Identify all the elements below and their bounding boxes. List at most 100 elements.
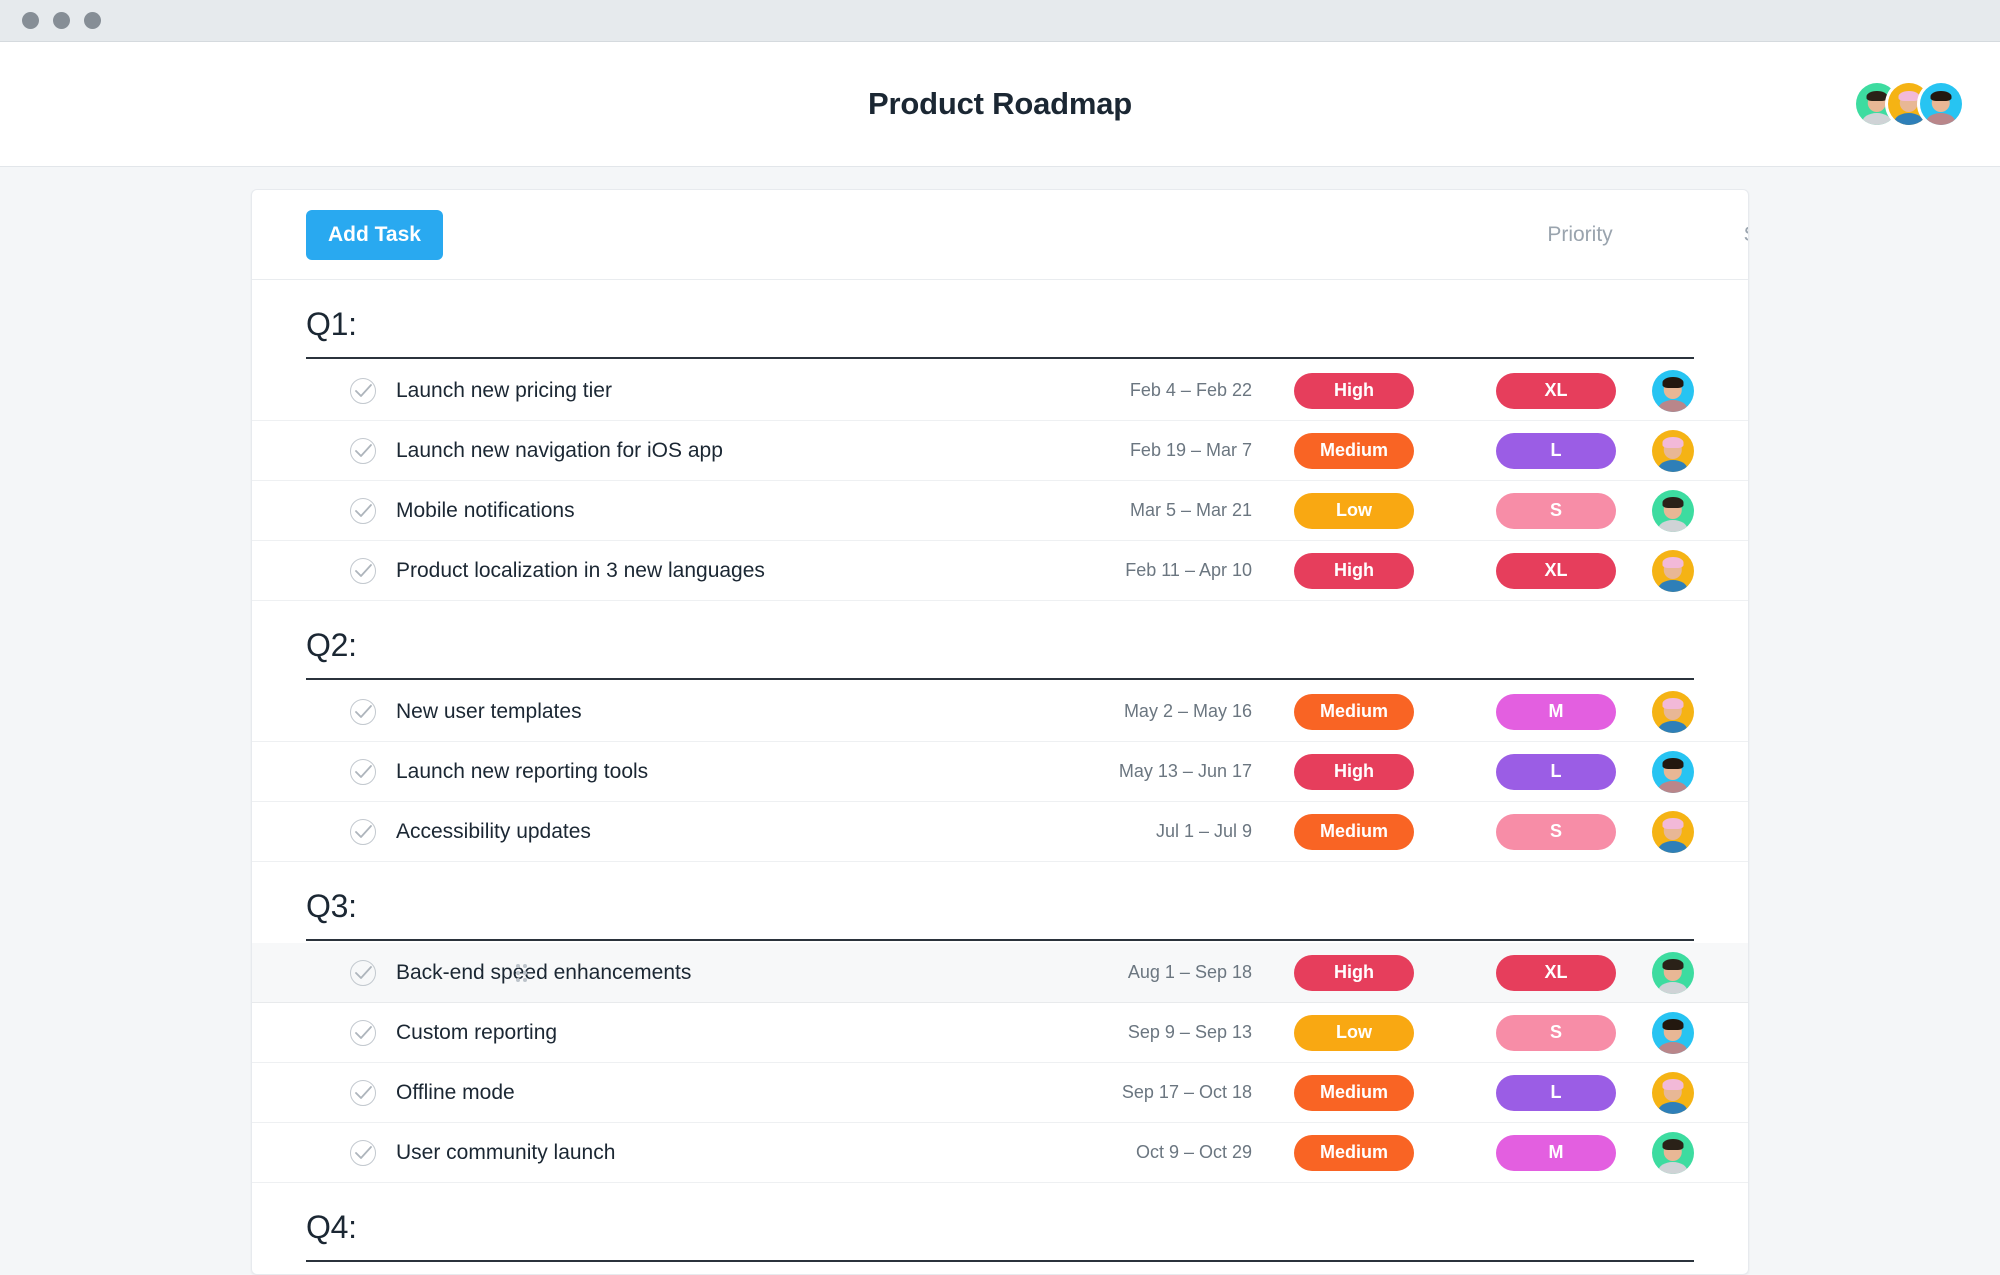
priority-badge[interactable]: High — [1294, 373, 1414, 409]
size-badge[interactable]: M — [1496, 694, 1616, 730]
priority-badge[interactable]: Medium — [1294, 814, 1414, 850]
task-date-range[interactable]: Feb 11 – Apr 10 — [992, 560, 1252, 581]
task-row[interactable]: Launch new reporting toolsMay 13 – Jun 1… — [252, 742, 1748, 802]
quarter-divider — [306, 1260, 1694, 1262]
check-glyph-icon — [355, 444, 372, 459]
roadmap-card: Add Task Priority Size Q1:Launch new pri… — [251, 189, 1749, 1275]
task-name[interactable]: Accessibility updates — [396, 820, 992, 844]
task-row[interactable]: Launch new navigation for iOS appFeb 19 … — [252, 421, 1748, 481]
check-glyph-icon — [355, 825, 372, 840]
window-minimize-dot[interactable] — [53, 12, 70, 29]
task-checkbox-icon[interactable] — [350, 960, 376, 986]
window-titlebar — [0, 0, 2000, 42]
size-badge[interactable]: L — [1496, 754, 1616, 790]
task-assignee-avatar[interactable] — [1652, 1072, 1694, 1114]
task-name[interactable]: Product localization in 3 new languages — [396, 559, 992, 583]
priority-badge[interactable]: Medium — [1294, 1135, 1414, 1171]
task-assignee-avatar[interactable] — [1652, 370, 1694, 412]
task-name[interactable]: Back-end speed enhancements — [396, 961, 992, 985]
task-row[interactable]: Offline modeSep 17 – Oct 18 Medium L — [252, 1063, 1748, 1123]
task-row[interactable]: Mobile notificationsMar 5 – Mar 21 Low S — [252, 481, 1748, 541]
size-badge[interactable]: S — [1496, 493, 1616, 529]
add-task-button[interactable]: Add Task — [306, 210, 443, 260]
check-glyph-icon — [355, 1086, 372, 1101]
task-row[interactable]: Product localization in 3 new languagesF… — [252, 541, 1748, 601]
task-name[interactable]: User community launch — [396, 1141, 992, 1165]
task-name[interactable]: Launch new navigation for iOS app — [396, 439, 992, 463]
task-checkbox-icon[interactable] — [350, 1140, 376, 1166]
size-badge[interactable]: XL — [1496, 373, 1616, 409]
task-checkbox-icon[interactable] — [350, 819, 376, 845]
avatar-teammate-3[interactable] — [1920, 83, 1962, 125]
priority-badge[interactable]: Medium — [1294, 1075, 1414, 1111]
task-row[interactable]: Accessibility updatesJul 1 – Jul 9 Medium… — [252, 802, 1748, 862]
task-checkbox-icon[interactable] — [350, 438, 376, 464]
task-checkbox-icon[interactable] — [350, 378, 376, 404]
task-assignee-avatar[interactable] — [1652, 952, 1694, 994]
task-checkbox-icon[interactable] — [350, 1080, 376, 1106]
priority-badge[interactable]: High — [1294, 754, 1414, 790]
task-date-range[interactable]: Aug 1 – Sep 18 — [992, 962, 1252, 983]
size-badge[interactable]: XL — [1496, 955, 1616, 991]
task-assignee-avatar[interactable] — [1652, 691, 1694, 733]
check-glyph-icon — [355, 1026, 372, 1041]
window-maximize-dot[interactable] — [84, 12, 101, 29]
priority-badge[interactable]: Low — [1294, 493, 1414, 529]
task-checkbox-icon[interactable] — [350, 1020, 376, 1046]
page-canvas: Add Task Priority Size Q1:Launch new pri… — [0, 167, 2000, 1275]
task-row[interactable]: User community launchOct 9 – Oct 29 Mediu… — [252, 1123, 1748, 1183]
task-assignee-avatar[interactable] — [1652, 490, 1694, 532]
task-checkbox-icon[interactable] — [350, 558, 376, 584]
priority-badge[interactable]: High — [1294, 955, 1414, 991]
task-date-range[interactable]: Feb 19 – Mar 7 — [992, 440, 1252, 461]
size-badge[interactable]: M — [1496, 1135, 1616, 1171]
task-assignee-avatar[interactable] — [1652, 1132, 1694, 1174]
priority-badge[interactable]: High — [1294, 553, 1414, 589]
task-row[interactable]: Back-end speed enhancementsAug 1 – Sep 1… — [252, 943, 1748, 1003]
check-glyph-icon — [355, 564, 372, 579]
task-date-range[interactable]: Mar 5 – Mar 21 — [992, 500, 1252, 521]
window-close-dot[interactable] — [22, 12, 39, 29]
task-checkbox-icon[interactable] — [350, 498, 376, 524]
priority-badge[interactable]: Low — [1294, 1015, 1414, 1051]
task-row[interactable]: Custom reportingSep 9 – Sep 13 Low S — [252, 1003, 1748, 1063]
check-glyph-icon — [355, 705, 372, 720]
task-assignee-avatar[interactable] — [1652, 430, 1694, 472]
quarter-title: Q2: — [306, 601, 1694, 678]
priority-badge[interactable]: Medium — [1294, 433, 1414, 469]
size-badge[interactable]: L — [1496, 1075, 1616, 1111]
task-assignee-avatar[interactable] — [1652, 751, 1694, 793]
task-date-range[interactable]: Oct 9 – Oct 29 — [992, 1142, 1252, 1163]
task-date-range[interactable]: Sep 9 – Sep 13 — [992, 1022, 1252, 1043]
task-date-range[interactable]: May 13 – Jun 17 — [992, 761, 1252, 782]
task-date-range[interactable]: Jul 1 – Jul 9 — [992, 821, 1252, 842]
task-name[interactable]: Launch new pricing tier — [396, 379, 992, 403]
task-assignee-avatar[interactable] — [1652, 550, 1694, 592]
size-badge[interactable]: S — [1496, 1015, 1616, 1051]
check-glyph-icon — [355, 504, 372, 519]
drag-handle-icon[interactable] — [516, 964, 528, 982]
collaborator-avatar-group[interactable] — [1856, 83, 1962, 125]
quarter-title: Q3: — [306, 862, 1694, 939]
task-date-range[interactable]: Feb 4 – Feb 22 — [992, 380, 1252, 401]
task-row[interactable]: Launch new pricing tierFeb 4 – Feb 22 Hig… — [252, 361, 1748, 421]
task-checkbox-icon[interactable] — [350, 699, 376, 725]
task-name[interactable]: New user templates — [396, 700, 992, 724]
size-badge[interactable]: S — [1496, 814, 1616, 850]
size-badge[interactable]: L — [1496, 433, 1616, 469]
task-assignee-avatar[interactable] — [1652, 811, 1694, 853]
quarter-divider — [306, 939, 1694, 941]
priority-badge[interactable]: Medium — [1294, 694, 1414, 730]
task-date-range[interactable]: May 2 – May 16 — [992, 701, 1252, 722]
quarter-section: Q1:Launch new pricing tierFeb 4 – Feb 22… — [252, 280, 1748, 601]
task-row[interactable]: New user templatesMay 2 – May 16 Medium M — [252, 682, 1748, 742]
task-name[interactable]: Launch new reporting tools — [396, 760, 992, 784]
task-name[interactable]: Custom reporting — [396, 1021, 992, 1045]
task-name[interactable]: Mobile notifications — [396, 499, 992, 523]
task-date-range[interactable]: Sep 17 – Oct 18 — [992, 1082, 1252, 1103]
task-checkbox-icon[interactable] — [350, 759, 376, 785]
task-assignee-avatar[interactable] — [1652, 1012, 1694, 1054]
quarter-section: Q2: New user templatesMay 2 – May 16 Mediu… — [252, 601, 1748, 862]
size-badge[interactable]: XL — [1496, 553, 1616, 589]
task-name[interactable]: Offline mode — [396, 1081, 992, 1105]
